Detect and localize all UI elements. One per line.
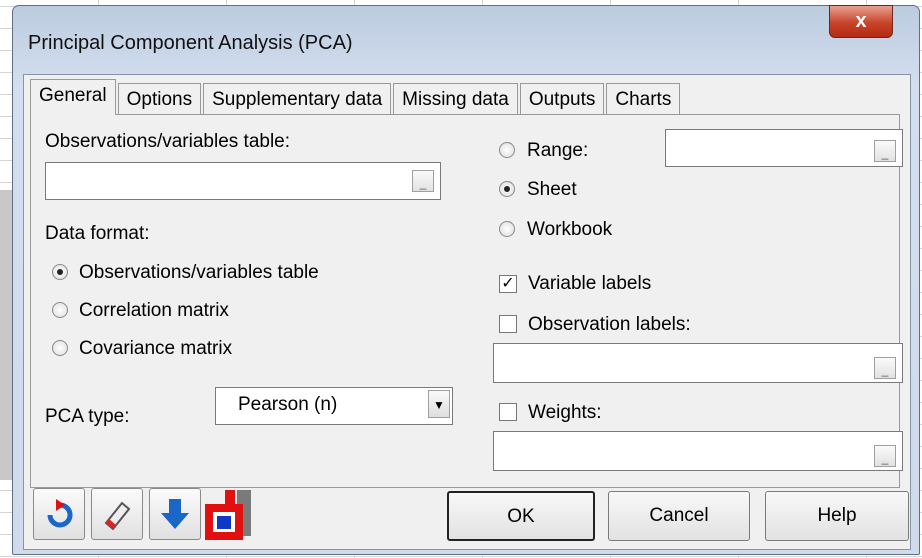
tab-outputs[interactable]: Outputs: [519, 83, 605, 115]
variable-labels-label: Variable labels: [528, 273, 652, 294]
layout-toggle-button[interactable]: [205, 488, 255, 540]
pca-dialog: Principal Component Analysis (PCA) x Gen…: [12, 5, 920, 555]
workbook-radio[interactable]: [499, 221, 515, 237]
range-select-button[interactable]: _: [874, 140, 896, 162]
reload-button[interactable]: [33, 488, 85, 540]
variable-labels-checkbox[interactable]: ✓: [499, 275, 517, 293]
sheet-label: Sheet: [527, 179, 577, 200]
format-cov-label: Covariance matrix: [79, 338, 233, 359]
excel-edge: [0, 190, 12, 480]
obs-table-input[interactable]: _: [45, 162, 441, 200]
pca-type-value: Pearson (n): [238, 394, 338, 415]
sheet-radio[interactable]: [499, 181, 515, 197]
obs-table-select-button[interactable]: _: [412, 170, 434, 192]
cancel-button[interactable]: Cancel: [608, 491, 750, 541]
arrow-down-icon: [161, 499, 189, 529]
range-input[interactable]: _: [665, 129, 903, 167]
chevron-down-icon: ▼: [428, 390, 450, 418]
range-radio[interactable]: [499, 142, 515, 158]
observation-labels-input[interactable]: _: [493, 343, 903, 383]
eraser-button[interactable]: [91, 488, 143, 540]
workbook-label: Workbook: [527, 219, 613, 240]
weights-checkbox[interactable]: [499, 403, 517, 421]
tab-general[interactable]: General: [30, 79, 116, 115]
weights-select-button[interactable]: _: [874, 445, 896, 467]
tab-charts[interactable]: Charts: [606, 83, 681, 115]
weights-input[interactable]: _: [493, 431, 903, 471]
dialog-client: General Options Supplementary data Missi…: [23, 74, 911, 550]
format-corr-label: Correlation matrix: [79, 300, 229, 321]
format-obs-radio[interactable]: [52, 264, 68, 280]
close-button[interactable]: x: [829, 5, 893, 38]
tab-bar: General Options Supplementary data Missi…: [24, 79, 682, 115]
tab-supplementary-data[interactable]: Supplementary data: [203, 83, 392, 115]
format-cov-radio[interactable]: [52, 340, 68, 356]
pca-type-select[interactable]: Pearson (n) ▼: [215, 387, 453, 425]
observation-labels-label: Observation labels:: [528, 314, 691, 335]
data-format-label: Data format:: [45, 223, 150, 244]
format-corr-radio[interactable]: [52, 302, 68, 318]
observation-labels-select-button[interactable]: _: [874, 357, 896, 379]
layout-toggle-icon: [205, 490, 251, 540]
dialog-title: Principal Component Analysis (PCA): [28, 32, 353, 54]
reload-icon: [47, 499, 73, 528]
ok-button[interactable]: OK: [447, 491, 595, 541]
tab-options[interactable]: Options: [117, 83, 202, 115]
pca-type-label: PCA type:: [45, 406, 130, 427]
eraser-icon: [104, 501, 131, 531]
move-down-button[interactable]: [149, 488, 201, 540]
tab-missing-data[interactable]: Missing data: [393, 83, 518, 115]
help-button[interactable]: Help: [765, 491, 909, 541]
general-panel: Observations/variables table: _ Data for…: [30, 114, 903, 488]
observation-labels-checkbox[interactable]: [499, 315, 517, 333]
range-label: Range:: [527, 140, 589, 161]
obs-table-label: Observations/variables table:: [45, 131, 291, 152]
format-obs-label: Observations/variables table: [79, 262, 319, 283]
weights-label: Weights:: [528, 402, 602, 423]
